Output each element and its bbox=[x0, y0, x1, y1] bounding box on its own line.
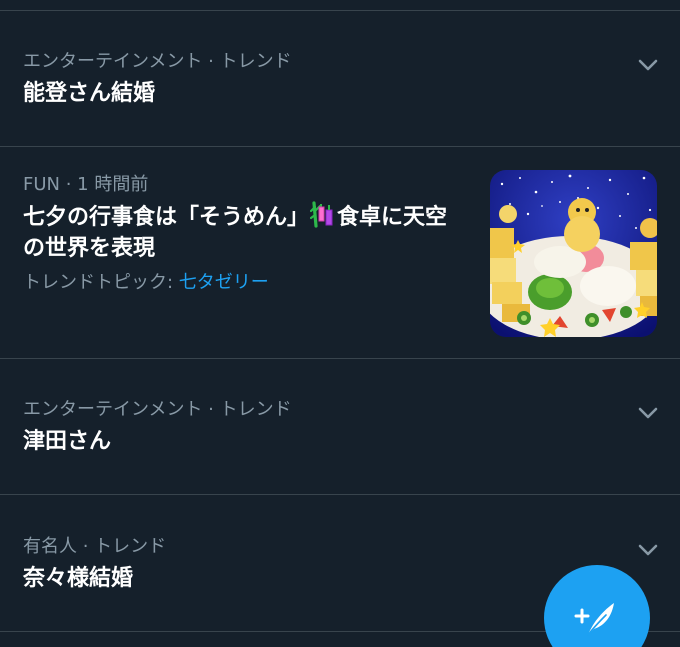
trend-meta: エンターテインメント · トレンド bbox=[23, 51, 292, 72]
trend-title: 津田さん bbox=[23, 429, 112, 454]
chevron-down-icon[interactable] bbox=[638, 544, 658, 556]
trend-topic: トレンドトピック: 七タゼリー bbox=[23, 272, 269, 294]
news-meta: FUN · 1 時間前 bbox=[23, 174, 149, 195]
news-headline-part: 七夕の行事食は「そうめん」 bbox=[23, 205, 310, 230]
trend-title: 能登さん結婚 bbox=[23, 81, 156, 106]
trend-title: 奈々様結婚 bbox=[23, 566, 134, 591]
chevron-down-icon[interactable] bbox=[638, 59, 658, 71]
news-headline[interactable]: 七夕の行事食は「そうめん」 食卓に天空の世界を表現 bbox=[23, 200, 468, 264]
tanabata-tree-icon bbox=[309, 201, 333, 228]
compose-tweet-icon bbox=[574, 603, 614, 636]
trend-item[interactable]: エンターテインメント · トレンド 能登さん結婚 bbox=[0, 11, 680, 146]
somen-dish-image[interactable] bbox=[490, 170, 657, 337]
trend-topic-link[interactable]: 七タゼリー bbox=[179, 272, 269, 293]
trend-topic-label: トレンドトピック: bbox=[23, 272, 179, 293]
chevron-down-icon[interactable] bbox=[638, 407, 658, 419]
trend-meta: 有名人 · トレンド bbox=[23, 536, 167, 557]
trend-item[interactable]: エンターテインメント · トレンド 津田さん bbox=[0, 359, 680, 494]
trend-meta: エンターテインメント · トレンド bbox=[23, 399, 292, 420]
